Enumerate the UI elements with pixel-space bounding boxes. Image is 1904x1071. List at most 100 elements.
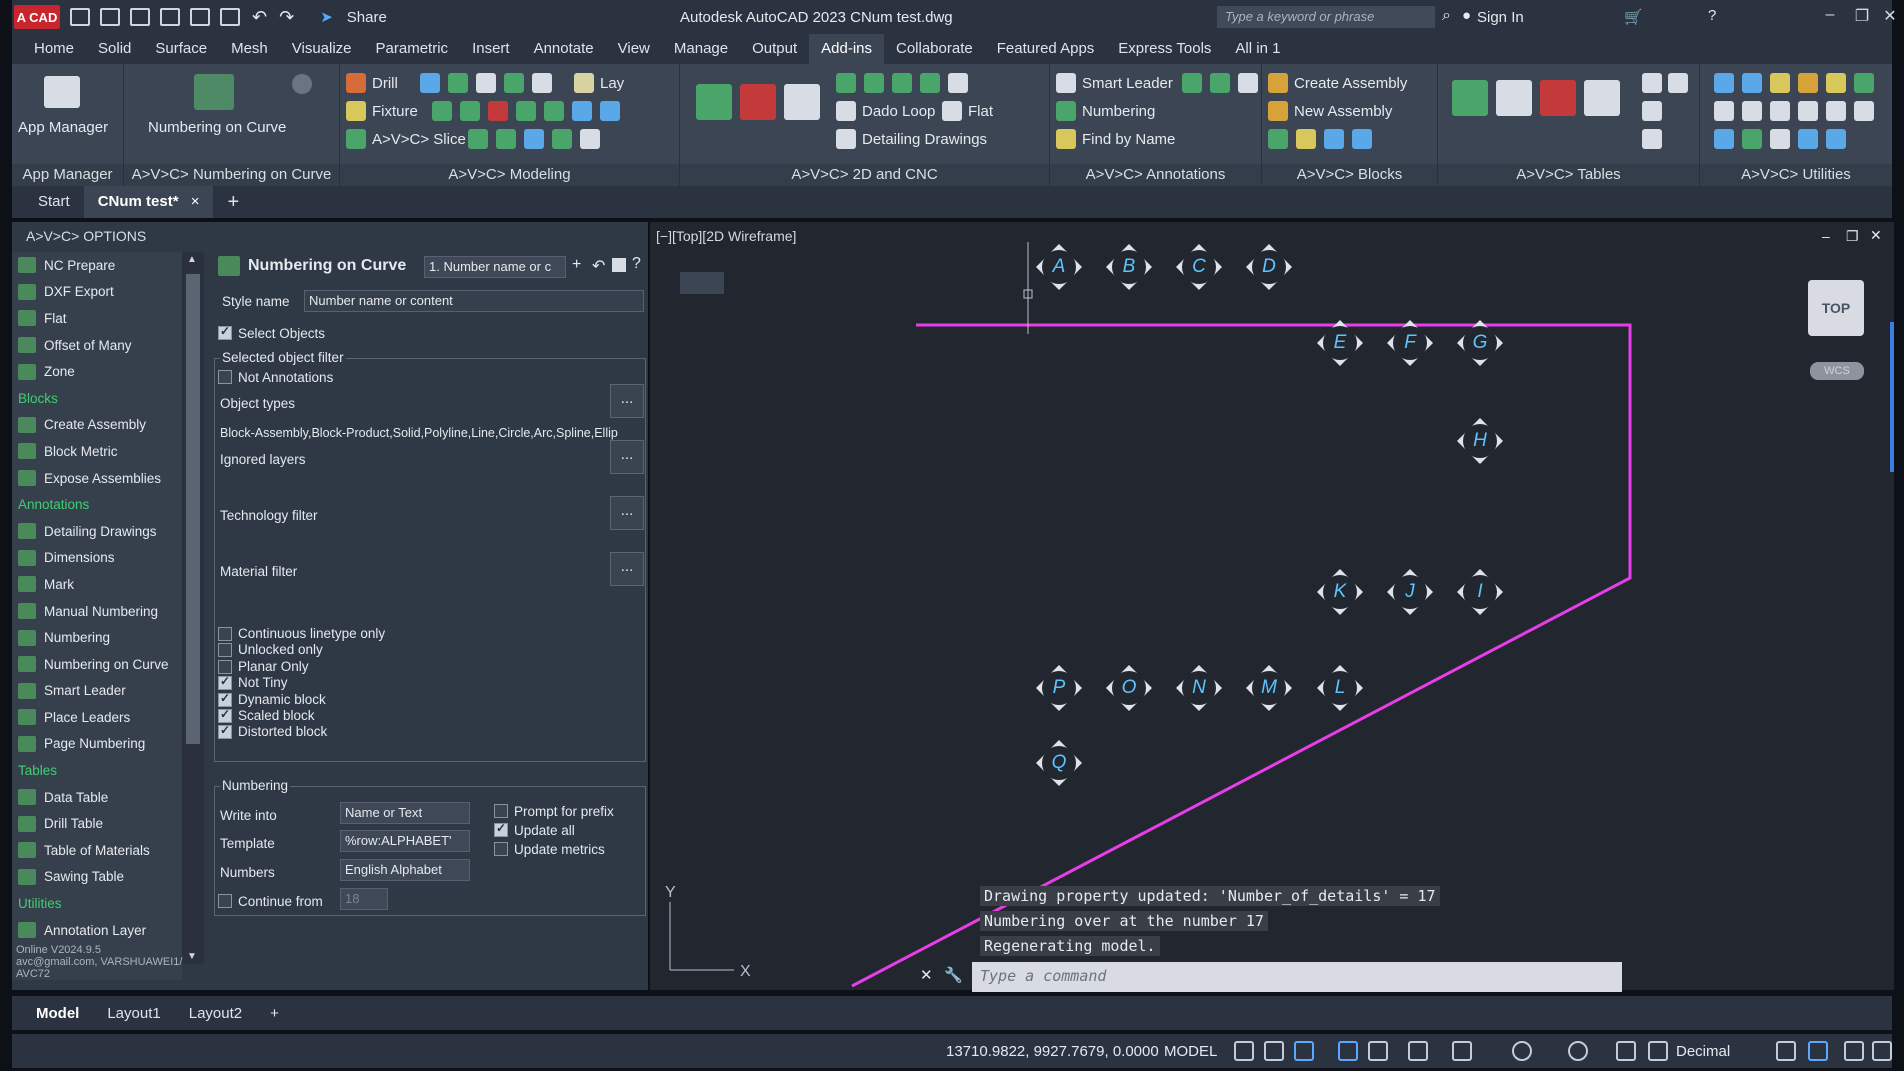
marker-i[interactable]: I — [1455, 567, 1505, 617]
ribbon-tab-visualize[interactable]: Visualize — [280, 34, 364, 64]
flat-tool-icon[interactable] — [784, 84, 820, 120]
help-icon[interactable]: ? — [632, 255, 641, 273]
ribbon-tab-insert[interactable]: Insert — [460, 34, 522, 64]
drill-button[interactable]: Drill — [346, 73, 398, 93]
plot-icon[interactable] — [220, 8, 240, 26]
right-edge-scrollbar[interactable] — [1890, 322, 1894, 472]
fullscreen-icon[interactable] — [1844, 1041, 1864, 1061]
polyline-drawing[interactable]: Y X — [650, 222, 1894, 990]
web-mobile-icon[interactable] — [190, 8, 210, 26]
filter-option[interactable]: Dynamic block — [218, 691, 518, 708]
properties-icon[interactable] — [1776, 1041, 1796, 1061]
fixture-button[interactable]: Fixture — [346, 101, 418, 121]
cnc-tool-icon[interactable] — [836, 73, 856, 93]
table-tool-icon[interactable] — [1452, 80, 1488, 116]
lineweight-icon[interactable] — [1452, 1041, 1472, 1061]
cnc-tool-icon[interactable] — [892, 73, 912, 93]
command-manual-numbering[interactable]: Manual Numbering — [12, 598, 182, 625]
numbering-on-curve-button[interactable]: Numbering on Curve — [148, 119, 286, 136]
smart-leader-button[interactable]: Smart Leader — [1056, 73, 1173, 93]
modeling-tool-icon[interactable] — [448, 73, 468, 93]
ribbon-tab-surface[interactable]: Surface — [143, 34, 219, 64]
command-offset-of-many[interactable]: Offset of Many — [12, 332, 182, 359]
block-tool-icon[interactable] — [1268, 129, 1288, 149]
layout-tab-layout2[interactable]: Layout2 — [175, 1005, 256, 1022]
numbering-button[interactable]: Numbering — [1056, 101, 1155, 121]
command-table-of-materials[interactable]: Table of Materials — [12, 837, 182, 864]
utility-icon[interactable] — [1854, 73, 1874, 93]
marker-k[interactable]: K — [1315, 567, 1365, 617]
sign-in-button[interactable]: Sign In — [1477, 9, 1524, 26]
ribbon-tab-all-in-1[interactable]: All in 1 — [1223, 34, 1292, 64]
model-space-button[interactable]: MODEL — [1164, 1043, 1217, 1060]
block-tool-icon[interactable] — [1296, 129, 1316, 149]
workspace-icon[interactable] — [1512, 1041, 1532, 1061]
block-tool-icon[interactable] — [1352, 129, 1372, 149]
continue-from-input[interactable]: 18 — [340, 888, 388, 910]
utility-icon[interactable] — [1798, 101, 1818, 121]
command-page-numbering[interactable]: Page Numbering — [12, 731, 182, 758]
modeling-tool-icon[interactable] — [524, 129, 544, 149]
ribbon-tab-featured-apps[interactable]: Featured Apps — [985, 34, 1107, 64]
nc-icon[interactable] — [696, 84, 732, 120]
scroll-down-icon[interactable]: ▼ — [187, 951, 197, 962]
command-drill-table[interactable]: Drill Table — [12, 810, 182, 837]
marker-e[interactable]: E — [1315, 318, 1365, 368]
close-tab-icon[interactable]: × — [191, 193, 200, 210]
filter-option[interactable]: Unlocked only — [218, 642, 518, 658]
modeling-tool-icon[interactable] — [552, 129, 572, 149]
style-dropdown[interactable]: 1. Number name or c — [424, 256, 566, 278]
ribbon-tab-home[interactable]: Home — [22, 34, 86, 64]
not-annotations-checkbox[interactable] — [218, 370, 232, 384]
command-nc-prepare[interactable]: NC Prepare — [12, 252, 182, 279]
marker-a[interactable]: A — [1034, 242, 1084, 292]
command-dimensions[interactable]: Dimensions — [12, 545, 182, 572]
ribbon-tab-output[interactable]: Output — [740, 34, 809, 64]
block-tool-icon[interactable] — [1324, 129, 1344, 149]
cnc-tool-icon[interactable] — [864, 73, 884, 93]
filter-checkbox[interactable] — [218, 723, 232, 740]
update-all-checkbox[interactable] — [494, 821, 508, 837]
filter-option[interactable]: Planar Only — [218, 659, 518, 675]
command-expose-assemblies[interactable]: Expose Assemblies — [12, 465, 182, 492]
scroll-thumb[interactable] — [186, 274, 200, 744]
snap-icon[interactable] — [1264, 1041, 1284, 1061]
utility-icon[interactable] — [1798, 73, 1818, 93]
material-filter-button[interactable]: ... — [610, 552, 644, 586]
ribbon-tab-collaborate[interactable]: Collaborate — [884, 34, 985, 64]
grid-icon[interactable] — [1234, 1041, 1254, 1061]
command-zone[interactable]: Zone — [12, 358, 182, 385]
utility-icon[interactable] — [1714, 129, 1734, 149]
command-smart-leader[interactable]: Smart Leader — [12, 678, 182, 705]
lay-button[interactable]: Lay — [574, 73, 624, 93]
modeling-tool-icon[interactable] — [476, 73, 496, 93]
ribbon-tab-parametric[interactable]: Parametric — [364, 34, 461, 64]
numbering-on-curve-icon[interactable] — [194, 74, 234, 110]
detailing-drawings-button[interactable]: Detailing Drawings — [836, 129, 987, 149]
table-tool-icon[interactable] — [1540, 80, 1576, 116]
prompt-prefix-checkbox[interactable] — [494, 804, 508, 818]
marker-b[interactable]: B — [1104, 242, 1154, 292]
marker-l[interactable]: L — [1315, 663, 1365, 713]
marker-p[interactable]: P — [1034, 663, 1084, 713]
command-dxf-export[interactable]: DXF Export — [12, 279, 182, 306]
utility-icon[interactable] — [1770, 73, 1790, 93]
minimize-icon[interactable]: – — [1820, 6, 1840, 26]
viewcube-top[interactable]: TOP — [1808, 280, 1864, 336]
command-sawing-table[interactable]: Sawing Table — [12, 864, 182, 891]
utility-icon[interactable] — [1742, 101, 1762, 121]
tab-start[interactable]: Start — [24, 186, 84, 218]
add-icon[interactable] — [1616, 1041, 1636, 1061]
save-style-icon[interactable] — [612, 258, 626, 272]
close-icon[interactable]: ✕ — [1880, 6, 1900, 26]
utility-icon[interactable] — [1770, 129, 1790, 149]
layout-tab-model[interactable]: Model — [22, 1005, 93, 1022]
add-layout-button[interactable]: + — [256, 1005, 293, 1022]
layout-tab-layout1[interactable]: Layout1 — [93, 1005, 174, 1022]
command-annotation-layer[interactable]: Annotation Layer — [12, 917, 182, 944]
modeling-tool-icon[interactable] — [532, 73, 552, 93]
command-place-leaders[interactable]: Place Leaders — [12, 704, 182, 731]
utility-icon[interactable] — [1826, 73, 1846, 93]
modeling-tool-icon[interactable] — [496, 129, 516, 149]
undo-icon[interactable]: ↶ — [252, 7, 267, 28]
